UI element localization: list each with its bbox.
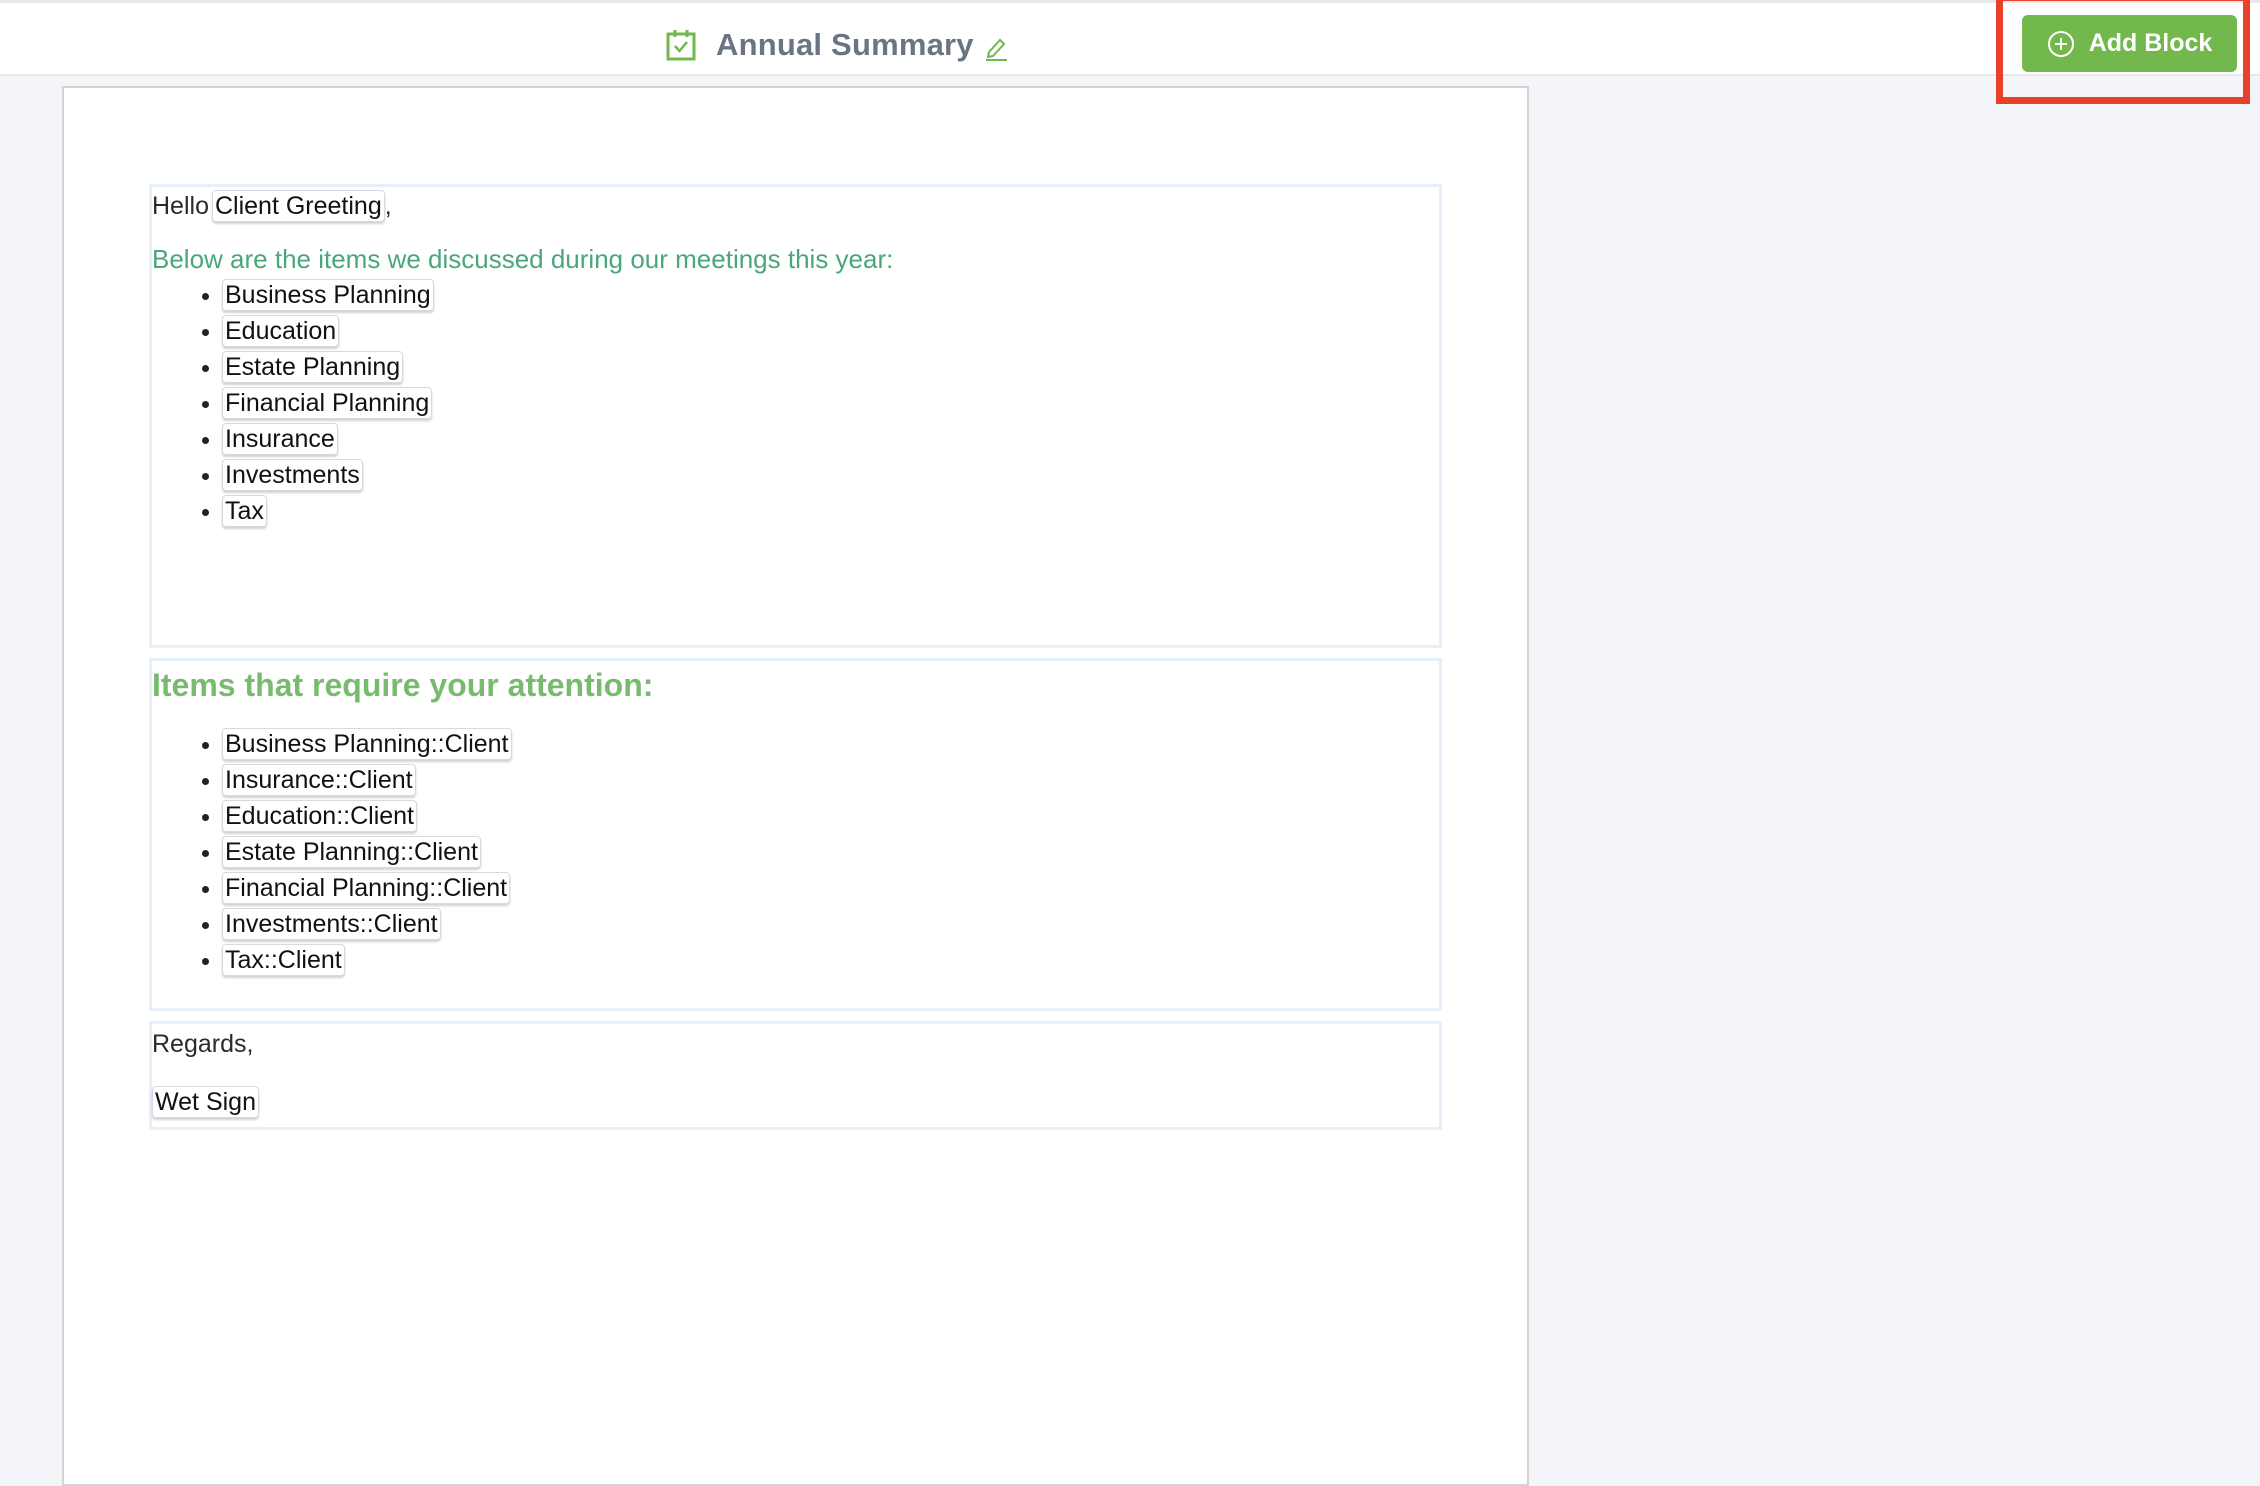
topic-chip[interactable]: Insurance — [222, 423, 338, 455]
calendar-check-icon — [666, 30, 696, 61]
plus-circle-icon — [2047, 30, 2074, 57]
list-item: Education::Client — [222, 798, 1439, 834]
list-item: Investments — [222, 457, 1439, 493]
list-item: Financial Planning — [222, 385, 1439, 421]
pencil-icon[interactable] — [984, 35, 1008, 61]
topic-chip[interactable]: Investments — [222, 459, 363, 491]
attention-chip[interactable]: Tax::Client — [222, 944, 345, 976]
topic-chip[interactable]: Estate Planning — [222, 351, 404, 383]
add-block-label: Add Block — [2088, 29, 2213, 57]
top-bar: Annual Summary Add Block — [0, 0, 2260, 76]
attention-chip[interactable]: Estate Planning::Client — [222, 836, 481, 868]
add-block-button[interactable]: Add Block — [2022, 15, 2237, 72]
attention-items-list: Business Planning::Client Insurance::Cli… — [152, 726, 1439, 978]
greeting-prefix: Hello — [152, 192, 209, 220]
list-item: Insurance::Client — [222, 762, 1439, 798]
document-title-area: Annual Summary — [666, 25, 1008, 65]
list-item: Education — [222, 313, 1439, 349]
attention-chip[interactable]: Financial Planning::Client — [222, 872, 511, 904]
list-item: Investments::Client — [222, 906, 1439, 942]
list-item: Financial Planning::Client — [222, 870, 1439, 906]
list-item: Business Planning::Client — [222, 726, 1439, 762]
wet-sign-chip[interactable]: Wet Sign — [152, 1086, 259, 1118]
client-greeting-chip[interactable]: Client Greeting — [211, 190, 385, 222]
list-item: Business Planning — [222, 277, 1439, 313]
topic-chip[interactable]: Education — [222, 315, 340, 347]
topic-chip[interactable]: Financial Planning — [222, 387, 433, 419]
attention-block[interactable]: Items that require your attention: Busin… — [149, 658, 1442, 1011]
topic-chip[interactable]: Tax — [222, 495, 267, 527]
intro-text: Below are the items we discussed during … — [152, 244, 894, 274]
document-page: Hello Client Greeting, Below are the item… — [62, 86, 1529, 1486]
list-item: Tax — [222, 493, 1439, 529]
discussed-items-list: Business Planning Education Estate Plann… — [152, 277, 1439, 529]
closing-block[interactable]: Regards, Wet Sign — [149, 1021, 1442, 1130]
attention-chip[interactable]: Business Planning::Client — [222, 728, 512, 760]
attention-heading: Items that require your attention: — [152, 667, 654, 703]
greeting-block[interactable]: Hello Client Greeting, Below are the item… — [149, 184, 1442, 648]
attention-chip[interactable]: Insurance::Client — [222, 764, 416, 796]
attention-chip[interactable]: Education::Client — [222, 800, 418, 832]
topic-chip[interactable]: Business Planning — [222, 279, 434, 311]
attention-chip[interactable]: Investments::Client — [222, 908, 441, 940]
list-item: Estate Planning — [222, 349, 1439, 385]
closing-text: Regards, — [152, 1030, 254, 1058]
greeting-line: Hello Client Greeting, — [152, 187, 1439, 224]
greeting-suffix: , — [384, 192, 392, 220]
page-title: Annual Summary — [716, 27, 974, 62]
list-item: Estate Planning::Client — [222, 834, 1439, 870]
list-item: Tax::Client — [222, 942, 1439, 978]
list-item: Insurance — [222, 421, 1439, 457]
